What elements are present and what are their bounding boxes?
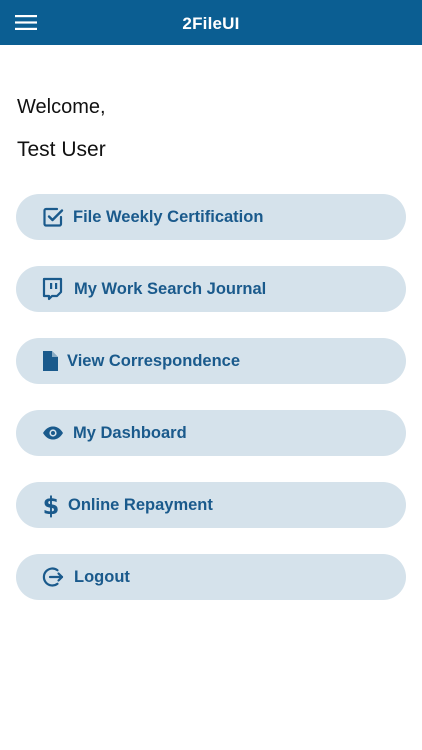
chat-journal-icon — [40, 277, 64, 301]
menu-item-label: Online Repayment — [68, 495, 213, 514]
app-header: 2FileUI — [0, 0, 422, 45]
user-name: Test User — [17, 138, 106, 161]
logout-button[interactable]: Logout — [16, 554, 406, 600]
app-title: 2FileUI — [182, 14, 240, 33]
menu-list: File Weekly Certification My Work Search… — [16, 194, 406, 626]
menu-item-label: View Correspondence — [67, 351, 241, 370]
menu-item-label: File Weekly Certification — [73, 207, 264, 226]
logout-icon — [41, 565, 65, 589]
document-icon — [38, 349, 62, 373]
work-search-journal-button[interactable]: My Work Search Journal — [16, 266, 406, 312]
checkbox-icon — [41, 205, 65, 229]
online-repayment-button[interactable]: $ Online Repayment — [16, 482, 406, 528]
eye-icon — [41, 421, 65, 445]
my-dashboard-button[interactable]: My Dashboard — [16, 410, 406, 456]
view-correspondence-button[interactable]: View Correspondence — [16, 338, 406, 384]
menu-item-label: My Dashboard — [73, 423, 187, 442]
svg-text:$: $ — [43, 492, 60, 518]
dollar-icon: $ — [39, 492, 63, 518]
welcome-text: Welcome, — [17, 96, 106, 118]
menu-item-label: My Work Search Journal — [74, 279, 267, 298]
file-weekly-certification-button[interactable]: File Weekly Certification — [16, 194, 406, 240]
menu-item-label: Logout — [74, 567, 130, 586]
